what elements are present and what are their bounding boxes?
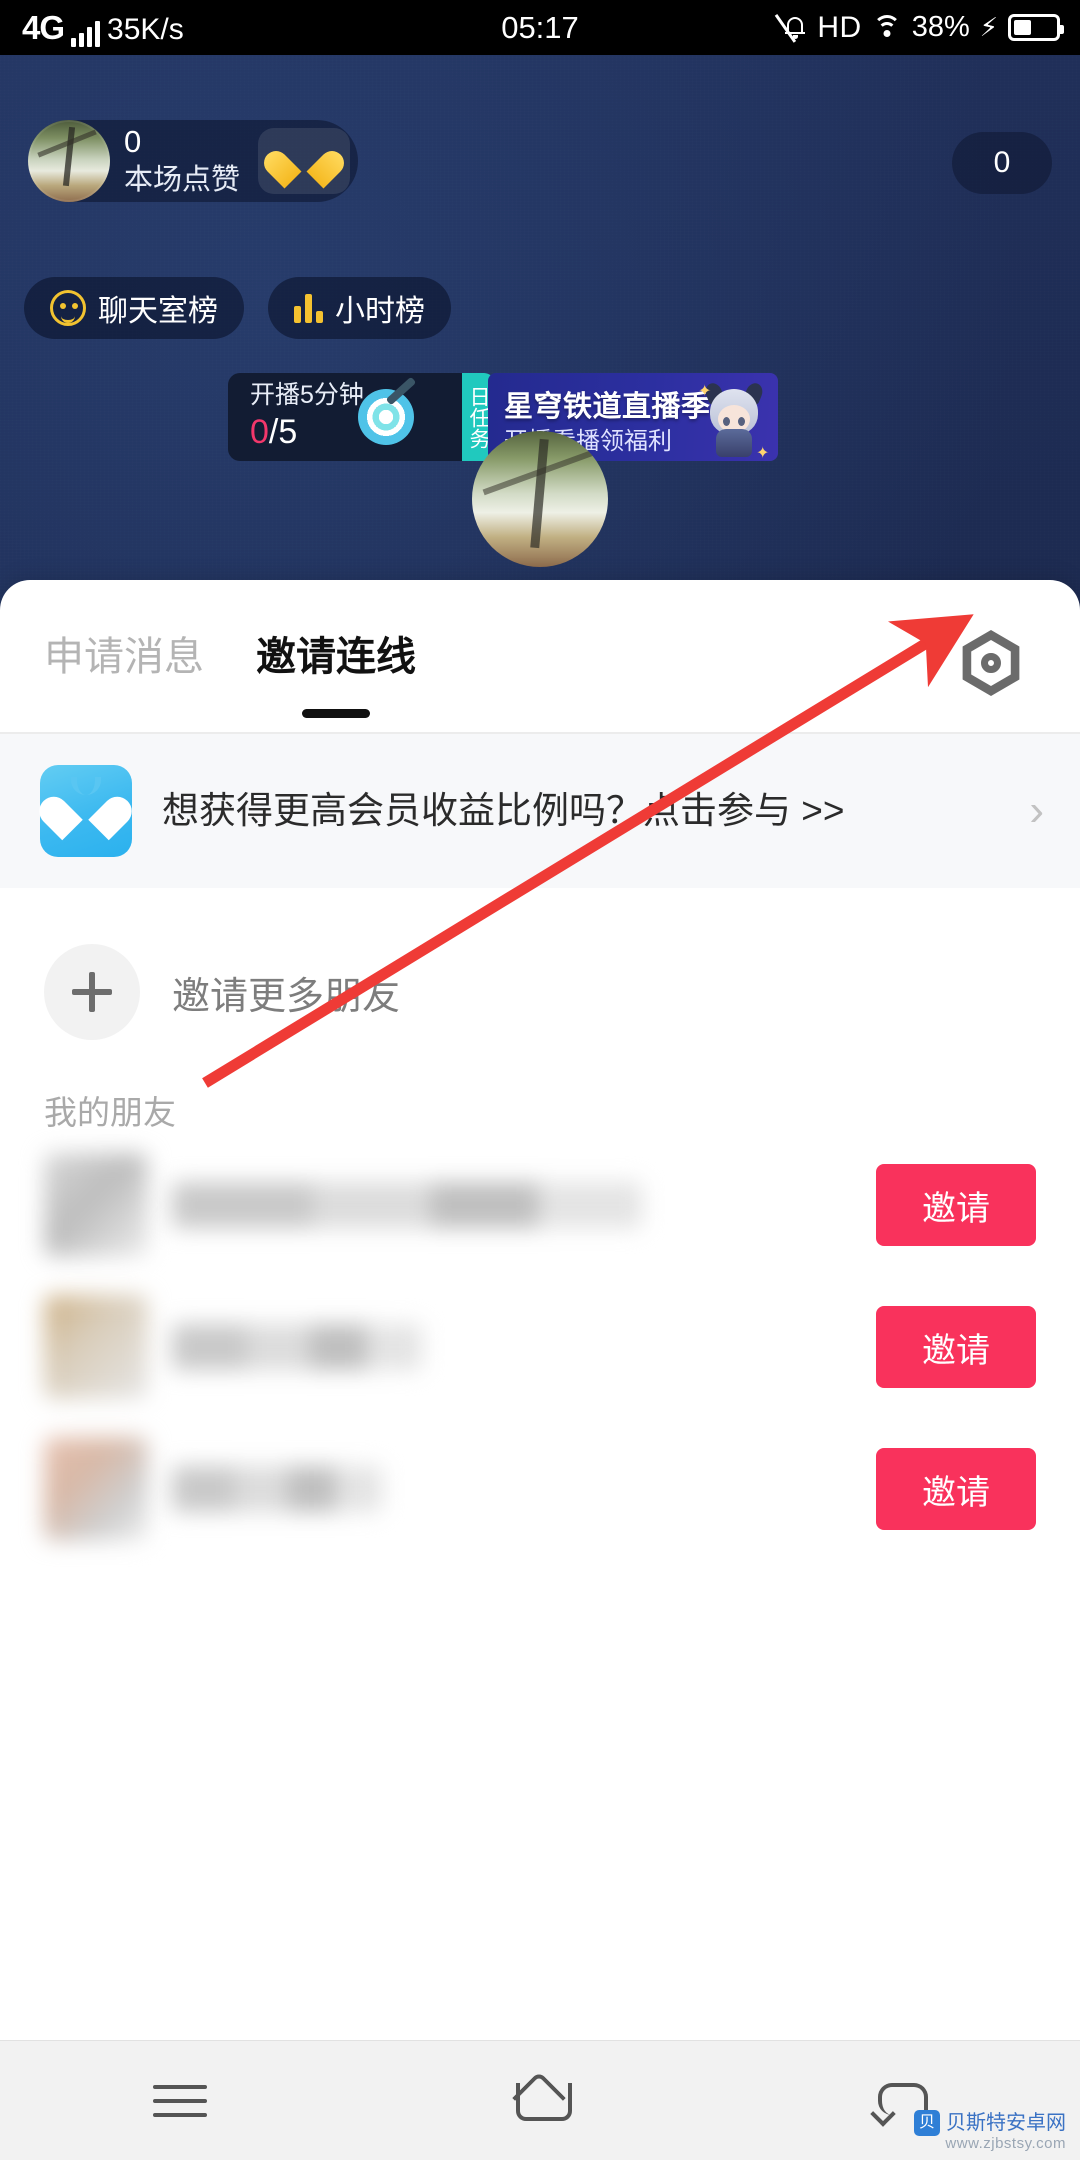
membership-promo-text: 想获得更高会员收益比例吗？点击参与 >> — [162, 790, 845, 832]
battery-percent-label: 38% — [911, 11, 970, 43]
yellow-heart-icon — [281, 138, 327, 184]
daily-task-card[interactable]: 开播5分钟 0/5 — [228, 373, 468, 461]
game-banner-title: 星穹铁道直播季 — [504, 391, 711, 423]
site-watermark: 贝 贝斯特安卓网 www.zjbstsy.com — [914, 2109, 1066, 2153]
friend-name — [172, 1466, 382, 1512]
task-progress-sep: / — [268, 413, 279, 452]
dart-target-icon — [358, 389, 414, 445]
hourly-rank-button[interactable]: 小时榜 — [268, 277, 451, 339]
host-info-chip[interactable]: 0 本场点赞 — [28, 120, 359, 202]
tab-application-messages-label: 申请消息 — [44, 635, 204, 679]
menu-icon — [153, 2098, 207, 2103]
task-progress-total: 5 — [278, 413, 298, 452]
task-progress-current: 0 — [250, 413, 269, 452]
center-host-avatar[interactable] — [472, 431, 608, 567]
table-row[interactable]: 邀请 — [0, 1276, 1080, 1418]
sheet-tab-bar: 申请消息 邀请连线 — [0, 580, 1080, 732]
host-like-info: 0 本场点赞 — [124, 125, 240, 196]
gear-hexagon-icon[interactable] — [958, 630, 1024, 696]
home-icon — [516, 2081, 572, 2121]
anime-character-icon: ✦ ✦ — [696, 377, 774, 461]
invite-button[interactable]: 邀请 — [876, 1448, 1036, 1530]
tab-invite-connect-label: 邀请连线 — [256, 635, 416, 679]
viewer-count-chip[interactable]: 0 — [952, 132, 1052, 194]
host-like-count: 0 — [124, 124, 142, 160]
invite-bottom-sheet: 申请消息 邀请连线 想获得更高会员收益比例吗？点击参与 >> › 邀请更多朋友 … — [0, 580, 1080, 2040]
chevron-right-icon: › — [1029, 786, 1044, 835]
watermark-site-url: www.zjbstsy.com — [945, 2134, 1066, 2152]
tab-invite-connect[interactable]: 邀请连线 — [256, 624, 416, 718]
invite-button[interactable]: 邀请 — [876, 1306, 1036, 1388]
battery-icon — [1008, 14, 1064, 41]
avatar — [44, 1295, 148, 1399]
wifi-icon — [872, 14, 902, 41]
hd-icon: HD — [817, 10, 862, 44]
watermark-logo-icon: 贝 — [914, 2109, 940, 2136]
chatroom-rank-label: 聊天室榜 — [98, 295, 218, 328]
hourly-rank-label: 小时榜 — [335, 295, 425, 328]
friend-name — [172, 1324, 422, 1370]
mute-bell-icon — [775, 13, 807, 43]
plus-icon — [44, 944, 140, 1040]
avatar — [44, 1437, 148, 1541]
friend-name — [172, 1182, 642, 1228]
tab-application-messages[interactable]: 申请消息 — [44, 624, 204, 688]
host-like-label: 本场点赞 — [124, 164, 241, 197]
table-row[interactable]: 邀请 — [0, 1134, 1080, 1276]
watermark-site-name: 贝斯特安卓网 — [946, 2111, 1066, 2134]
status-bar: 4G 35K/s 05:17 HD 38% ⚡ — [0, 0, 1080, 55]
task-text: 开播5分钟 0/5 — [250, 381, 364, 452]
viewer-count-label: 0 — [993, 146, 1011, 179]
table-row[interactable]: 邀请 — [0, 1418, 1080, 1560]
home-button[interactable] — [480, 2066, 600, 2136]
blue-heart-app-icon — [40, 765, 132, 857]
active-tab-underline — [302, 709, 370, 718]
like-button[interactable] — [258, 128, 351, 194]
status-bar-right: HD 38% ⚡ — [775, 10, 1064, 45]
task-title: 开播5分钟 — [250, 381, 364, 410]
my-friends-section-title: 我的朋友 — [44, 1094, 176, 1131]
recent-apps-button[interactable] — [120, 2066, 240, 2136]
membership-promo-banner[interactable]: 想获得更高会员收益比例吗？点击参与 >> › — [0, 734, 1080, 888]
chatroom-rank-icon — [50, 290, 86, 326]
invite-more-friends-label: 邀请更多朋友 — [172, 975, 401, 1018]
invite-button[interactable]: 邀请 — [876, 1164, 1036, 1246]
invite-more-friends-row[interactable]: 邀请更多朋友 — [0, 888, 1080, 1040]
bar-chart-icon — [294, 293, 323, 323]
chatroom-rank-button[interactable]: 聊天室榜 — [24, 277, 244, 339]
charging-bolt-icon: ⚡ — [979, 12, 998, 42]
task-progress: 0/5 — [250, 413, 364, 452]
avatar — [44, 1153, 148, 1257]
rank-button-row: 聊天室榜 小时榜 — [24, 277, 451, 339]
host-avatar[interactable] — [28, 120, 110, 202]
